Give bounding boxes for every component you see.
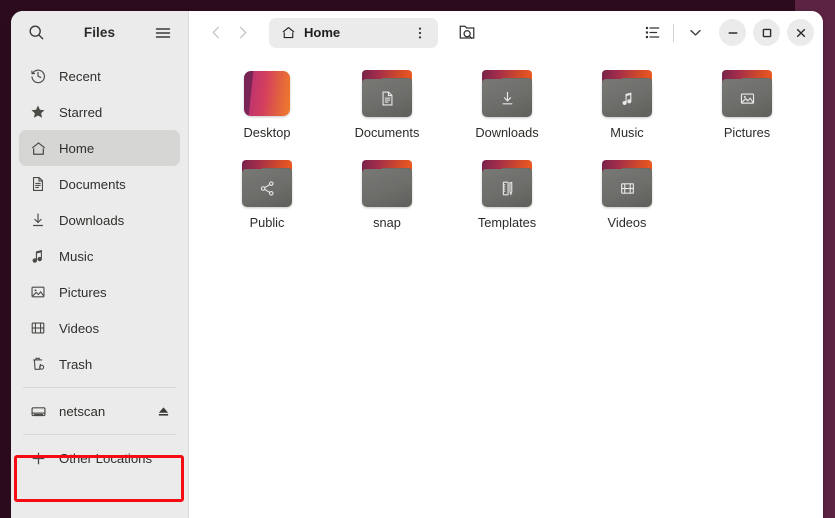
file-item-desktop[interactable]: Desktop <box>207 68 327 158</box>
files-window: Files Recent Starred Home Documents Down… <box>11 11 823 518</box>
sidebar-item-label: Trash <box>59 356 93 372</box>
download-icon <box>27 211 49 229</box>
file-item-music[interactable]: Music <box>567 68 687 158</box>
vertical-dots-icon[interactable] <box>408 20 432 46</box>
list-view-icon[interactable] <box>637 18 667 48</box>
file-label: Public <box>249 215 285 230</box>
sidebar-item-label: netscan <box>59 403 106 419</box>
video-emblem-icon <box>619 180 636 197</box>
file-item-pictures[interactable]: Pictures <box>687 68 807 158</box>
trash-icon <box>27 355 49 373</box>
film-icon <box>27 319 49 337</box>
sidebar-item-label: Videos <box>59 320 100 336</box>
file-label: Downloads <box>475 125 539 140</box>
sidebar-item-pictures[interactable]: Pictures <box>19 274 180 310</box>
share-emblem-icon <box>259 180 276 197</box>
document-emblem-icon <box>379 90 396 107</box>
chevron-down-icon[interactable] <box>680 18 710 48</box>
pathbar-label: Home <box>304 25 341 40</box>
sidebar-item-other-locations[interactable]: Other Locations <box>19 440 180 476</box>
file-item-public[interactable]: Public <box>207 158 327 248</box>
home-icon <box>27 139 49 157</box>
back-button[interactable] <box>203 18 229 48</box>
search-icon[interactable] <box>21 18 51 48</box>
sidebar-item-label: Documents <box>59 176 126 192</box>
sidebar-item-label: Recent <box>59 68 101 84</box>
sidebar-item-music[interactable]: Music <box>19 238 180 274</box>
sidebar-item-label: Downloads <box>59 212 125 228</box>
headerbar: Home <box>189 11 823 54</box>
file-label: Documents <box>354 125 420 140</box>
sidebar-body: Recent Starred Home Documents Downloads … <box>11 54 188 518</box>
folder-icon <box>361 70 413 117</box>
forward-button[interactable] <box>229 18 255 48</box>
drive-icon <box>27 402 49 420</box>
file-item-videos[interactable]: Videos <box>567 158 687 248</box>
home-icon <box>281 25 296 40</box>
sidebar-item-home[interactable]: Home <box>19 130 180 166</box>
sidebar-item-label: Pictures <box>59 284 107 300</box>
file-grid: Desktop Documents Downloads Music Pictur… <box>207 68 813 248</box>
sidebar-item-netscan[interactable]: netscan <box>19 393 180 429</box>
sidebar-divider-other <box>23 434 176 435</box>
main-area: Home Desktop Documents Downloads Music P… <box>189 11 823 518</box>
sidebar-item-label: Other Locations <box>59 450 153 466</box>
sidebar-item-label: Home <box>59 140 95 156</box>
pathbar[interactable]: Home <box>269 17 438 48</box>
minimize-icon[interactable] <box>719 19 746 46</box>
sidebar-list: Recent Starred Home Documents Downloads … <box>11 54 188 476</box>
maximize-icon[interactable] <box>753 19 780 46</box>
app-title: Files <box>51 25 148 40</box>
download-emblem-icon <box>499 90 516 107</box>
star-icon <box>27 103 49 121</box>
search-folder-icon[interactable] <box>452 18 482 48</box>
app-title-text: Files <box>83 25 116 40</box>
sidebar: Files Recent Starred Home Documents Down… <box>11 11 189 518</box>
folder-icon <box>361 160 413 207</box>
sidebar-item-recent[interactable]: Recent <box>19 58 180 94</box>
header-divider <box>673 23 674 42</box>
hamburger-menu-icon[interactable] <box>148 18 178 48</box>
file-label: Templates <box>477 215 537 230</box>
sidebar-header: Files <box>11 11 188 54</box>
file-item-templates[interactable]: Templates <box>447 158 567 248</box>
folder-icon <box>721 70 773 117</box>
file-label: Music <box>610 125 644 140</box>
document-icon <box>27 175 49 193</box>
eject-icon[interactable] <box>154 402 172 420</box>
folder-icon <box>481 160 533 207</box>
sidebar-divider-devices <box>23 387 176 388</box>
file-item-documents[interactable]: Documents <box>327 68 447 158</box>
picture-emblem-icon <box>739 90 756 107</box>
file-browser-content: Desktop Documents Downloads Music Pictur… <box>189 54 823 518</box>
sidebar-item-label: Starred <box>59 104 103 120</box>
template-emblem-icon <box>499 180 516 197</box>
plus-icon <box>27 449 49 467</box>
folder-icon <box>481 70 533 117</box>
music-emblem-icon <box>619 90 636 107</box>
sidebar-item-label: Music <box>59 248 94 264</box>
folder-icon <box>601 160 653 207</box>
file-label: snap <box>373 215 401 230</box>
sidebar-item-videos[interactable]: Videos <box>19 310 180 346</box>
folder-icon <box>241 160 293 207</box>
clock-icon <box>27 67 49 85</box>
file-item-downloads[interactable]: Downloads <box>447 68 567 158</box>
sidebar-item-downloads[interactable]: Downloads <box>19 202 180 238</box>
close-icon[interactable] <box>787 19 814 46</box>
file-item-snap[interactable]: snap <box>327 158 447 248</box>
sidebar-item-starred[interactable]: Starred <box>19 94 180 130</box>
file-label: Pictures <box>723 125 771 140</box>
music-note-icon <box>27 247 49 265</box>
folder-icon <box>601 70 653 117</box>
desktop-folder-icon <box>241 70 293 117</box>
file-label: Videos <box>607 215 647 230</box>
sidebar-item-documents[interactable]: Documents <box>19 166 180 202</box>
sidebar-item-trash[interactable]: Trash <box>19 346 180 382</box>
file-label: Desktop <box>243 125 291 140</box>
picture-icon <box>27 283 49 301</box>
